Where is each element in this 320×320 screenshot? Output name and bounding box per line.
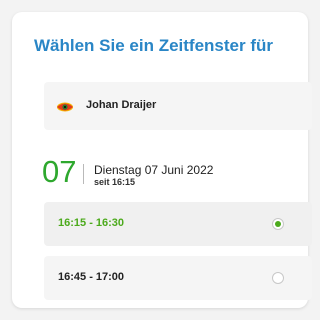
day-number: 07 — [42, 154, 77, 189]
timeslot-option[interactable]: 16:15 - 16:30 — [44, 202, 312, 246]
timeslot-label: 16:15 - 16:30 — [58, 217, 125, 229]
radio-unselected[interactable] — [272, 272, 284, 284]
page-title: Wählen Sie ein Zeitfenster für — [34, 36, 273, 55]
eye-logo-icon — [56, 100, 74, 112]
date-label: Dienstag 07 Juni 2022 — [94, 163, 214, 177]
timeslot-label: 16:45 - 17:00 — [58, 271, 125, 283]
since-label: seit 16:15 — [94, 177, 136, 187]
person-name: Johan Draijer — [86, 99, 157, 111]
radio-selected[interactable] — [272, 218, 284, 230]
timeslot-card: Wählen Sie ein Zeitfenster für Johan Dra… — [12, 12, 312, 308]
date-divider — [83, 164, 84, 184]
person-row: Johan Draijer — [44, 82, 312, 130]
timeslot-option[interactable]: 16:45 - 17:00 — [44, 256, 312, 300]
